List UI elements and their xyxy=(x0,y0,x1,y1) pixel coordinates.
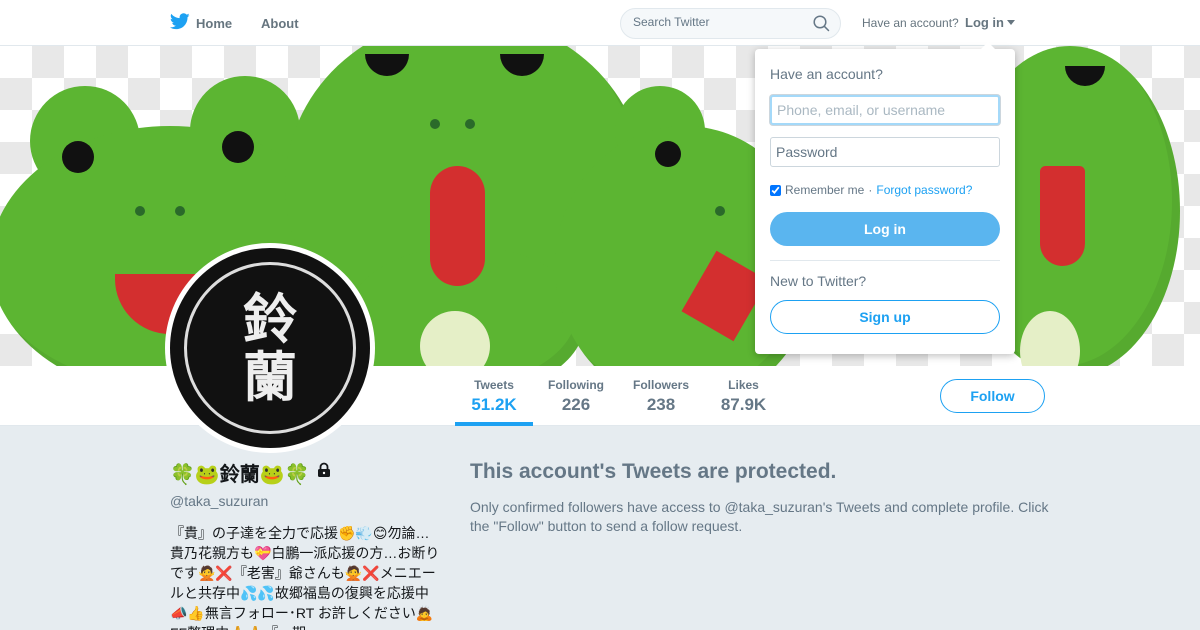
stat-label: Followers xyxy=(632,378,689,392)
chevron-down-icon xyxy=(1007,20,1015,25)
search-icon[interactable] xyxy=(813,15,830,37)
search-box xyxy=(620,8,841,39)
nav-home-label: Home xyxy=(196,15,233,31)
remember-row: Remember me · Forgot password? xyxy=(770,183,972,197)
top-navigation: Home About Have an account? Log in xyxy=(0,0,1200,46)
login-label: Log in xyxy=(965,15,1004,30)
stat-label: Tweets xyxy=(474,378,514,392)
active-tab-indicator xyxy=(455,422,533,426)
protected-title: This account's Tweets are protected. xyxy=(470,460,837,483)
display-name: 🍀🐸鈴蘭🐸🍀 xyxy=(170,464,310,486)
password-field[interactable] xyxy=(770,137,1000,167)
search-input[interactable] xyxy=(633,15,813,29)
stat-value: 238 xyxy=(646,395,676,414)
stat-value: 87.9K xyxy=(720,395,767,414)
stat-value: 51.2K xyxy=(471,395,517,414)
protected-message: Only confirmed followers have access to … xyxy=(470,499,1049,534)
profile-bio: 『貴』の子達を全力で応援✊💨😊勿論…貴乃花親方も💝白鵬一派応援の方…お断りです🙅… xyxy=(170,525,440,630)
separator-dot: · xyxy=(868,183,873,197)
login-dropdown-toggle[interactable]: Log in xyxy=(965,15,1015,30)
stat-value: 226 xyxy=(561,395,591,414)
follow-button[interactable]: Follow xyxy=(940,379,1045,413)
divider xyxy=(770,260,1000,261)
stat-label: Likes xyxy=(728,378,759,392)
signup-button[interactable]: Sign up xyxy=(770,300,1000,334)
login-button[interactable]: Log in xyxy=(770,212,1000,246)
avatar[interactable]: 鈴蘭 xyxy=(165,243,375,453)
avatar-seal-text: 鈴蘭 xyxy=(243,287,297,409)
likes-stat[interactable]: Likes 87.9K xyxy=(716,378,771,415)
nav-about-link[interactable]: About xyxy=(261,16,299,31)
new-to-twitter-text: New to Twitter? xyxy=(770,273,867,289)
login-dropdown: Have an account? Remember me · Forgot pa… xyxy=(755,42,1015,354)
login-heading: Have an account? xyxy=(770,66,883,82)
profile-name: 🍀🐸鈴蘭🐸🍀 xyxy=(170,458,440,487)
remember-me-label[interactable]: Remember me xyxy=(785,183,864,197)
twitter-bird-icon xyxy=(169,13,190,33)
lock-icon xyxy=(316,461,332,484)
followers-stat[interactable]: Followers 238 xyxy=(630,378,692,415)
dropdown-arrow xyxy=(981,42,995,49)
forgot-password-link[interactable]: Forgot password? xyxy=(876,183,972,197)
profile-handle: @taka_suzuran xyxy=(170,493,269,509)
profile-card: 🍀🐸鈴蘭🐸🍀 @taka_suzuran 『貴』の子達を全力で応援✊💨😊勿論…貴… xyxy=(170,458,440,630)
stat-label: Following xyxy=(548,378,604,392)
following-stat[interactable]: Following 226 xyxy=(545,378,607,415)
tweets-stat[interactable]: Tweets 51.2K xyxy=(465,378,523,415)
have-account-text: Have an account? xyxy=(862,16,959,30)
nav-home-link[interactable]: Home xyxy=(169,13,233,33)
remember-me-checkbox[interactable] xyxy=(770,184,781,196)
avatar-image: 鈴蘭 xyxy=(170,248,370,448)
username-field[interactable] xyxy=(770,95,1000,125)
